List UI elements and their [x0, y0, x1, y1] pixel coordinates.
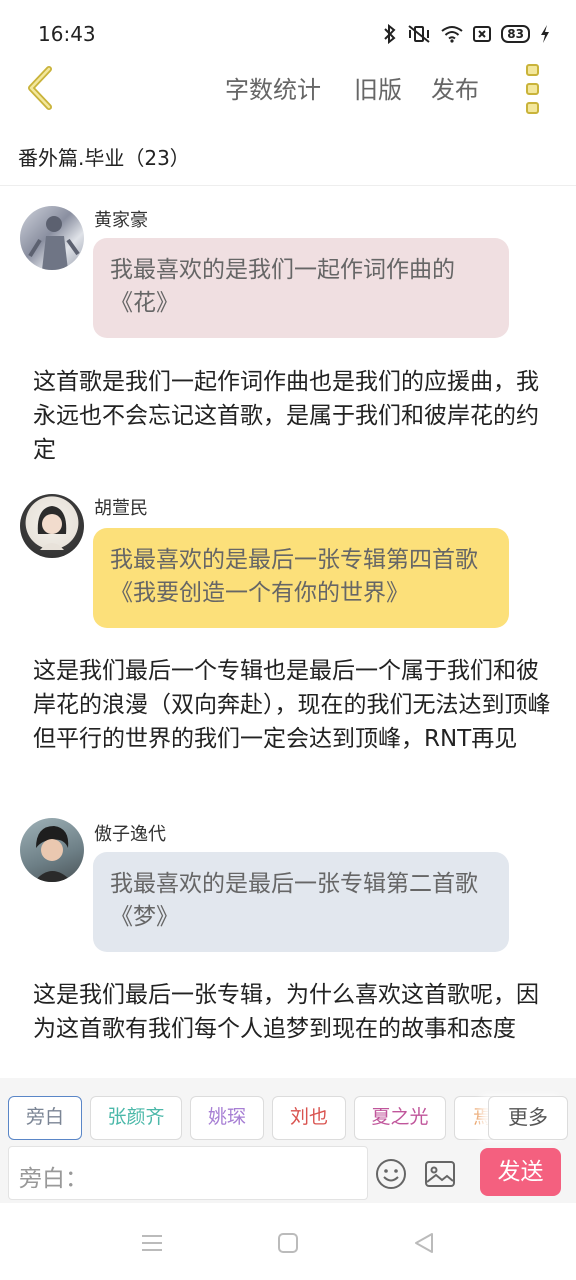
menu-icon[interactable]: [140, 1231, 164, 1255]
system-nav-bar: [0, 1203, 576, 1280]
speaker-name: 胡萱民: [94, 498, 148, 519]
speaker-name: 黄家豪: [94, 210, 148, 231]
dialogue-bubble[interactable]: 我最喜欢的是我们一起作词作曲的《花》: [93, 238, 509, 338]
bluetooth-icon: [384, 24, 396, 44]
role-chip-narrator[interactable]: 旁白: [8, 1096, 82, 1140]
dialogue-bubble[interactable]: 我最喜欢的是最后一张专辑第二首歌《梦》: [93, 852, 509, 952]
divider: [0, 185, 576, 186]
role-chip[interactable]: 夏之光: [354, 1096, 446, 1140]
sim-card-icon: [473, 26, 492, 42]
avatar[interactable]: [20, 818, 84, 882]
avatar[interactable]: [20, 206, 84, 270]
more-menu-button[interactable]: [520, 64, 544, 114]
mute-vibrate-icon: [408, 25, 430, 43]
emoji-icon[interactable]: [375, 1158, 407, 1190]
dialogue-input[interactable]: 旁白：: [8, 1146, 368, 1200]
back-button[interactable]: [18, 64, 62, 112]
more-roles-button[interactable]: 更多: [488, 1096, 568, 1140]
old-version-button[interactable]: 旧版: [354, 70, 402, 105]
speaker-name: 傲子逸代: [94, 824, 166, 845]
avatar-figure-icon: [37, 506, 67, 550]
narration-text[interactable]: 这首歌是我们一起作词作曲也是我们的应援曲，我永远也不会忘记这首歌，是属于我们和彼…: [33, 365, 553, 467]
publish-button[interactable]: 发布: [431, 70, 479, 105]
role-chip[interactable]: 张颜齐: [90, 1096, 182, 1140]
dialogue-bubble[interactable]: 我最喜欢的是最后一张专辑第四首歌《我要创造一个有你的世界》: [93, 528, 509, 628]
chapter-title: 番外篇.毕业（23）: [18, 146, 190, 170]
role-chip[interactable]: 姚琛: [190, 1096, 264, 1140]
word-count-button[interactable]: 字数统计: [225, 70, 321, 105]
menu-dot-icon: [525, 64, 539, 76]
image-icon[interactable]: [424, 1160, 456, 1188]
wifi-icon: [441, 26, 463, 43]
menu-dot-icon: [525, 102, 539, 114]
top-bar: 字数统计 旧版 发布: [0, 58, 576, 118]
status-time: 16:43: [38, 22, 96, 46]
home-icon[interactable]: [276, 1231, 300, 1255]
narration-text[interactable]: 这是我们最后一个专辑也是最后一个属于我们和彼岸花的浪漫（双向奔赴），现在的我们无…: [33, 654, 553, 756]
avatar-figure-icon: [28, 216, 80, 270]
charging-icon: [541, 25, 549, 43]
narration-text[interactable]: 这是我们最后一张专辑，为什么喜欢这首歌呢，因为这首歌有我们每个人追梦到现在的故事…: [33, 978, 553, 1074]
battery-level: 83: [501, 25, 530, 43]
avatar[interactable]: [20, 494, 84, 558]
avatar-figure-icon: [34, 826, 72, 882]
chevron-left-icon: [28, 66, 52, 110]
status-bar: 16:43 83: [0, 0, 576, 66]
menu-dot-icon: [525, 83, 539, 95]
back-triangle-icon[interactable]: [412, 1231, 436, 1255]
send-button[interactable]: 发送: [480, 1148, 561, 1196]
role-chip[interactable]: 刘也: [272, 1096, 346, 1140]
status-icons: 83: [383, 22, 550, 46]
